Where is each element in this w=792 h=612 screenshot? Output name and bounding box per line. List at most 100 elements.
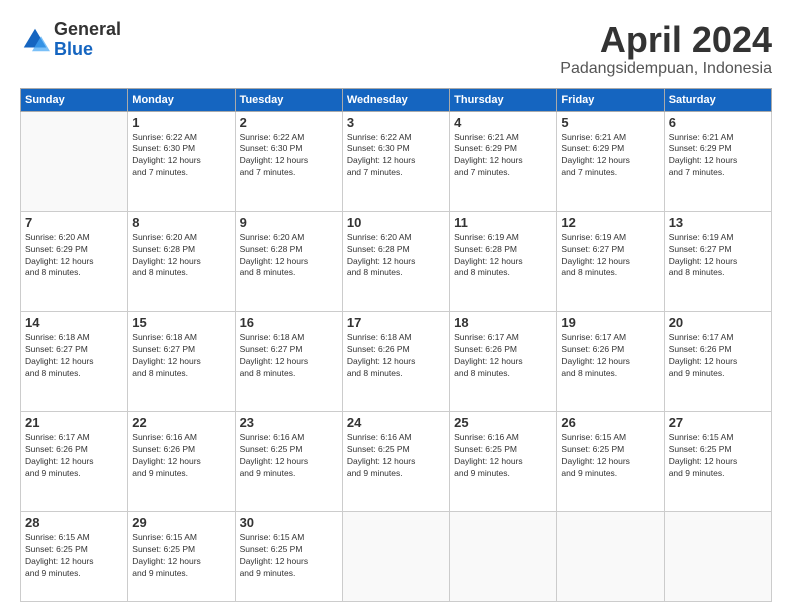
- table-row: 24 Sunrise: 6:16 AMSunset: 6:25 PMDayligh…: [342, 412, 449, 512]
- day-number: 27: [669, 415, 767, 430]
- table-row: 14Sunrise: 6:18 AMSunset: 6:27 PMDayligh…: [21, 311, 128, 411]
- day-number: 2: [240, 115, 338, 130]
- day-number: 26: [561, 415, 659, 430]
- table-row: 29 Sunrise: 6:15 AMSunset: 6:25 PMDayligh…: [128, 512, 235, 602]
- day-info: Sunrise: 6:22 AMSunset: 6:30 PMDaylight:…: [347, 132, 445, 180]
- logo-general: General: [54, 20, 121, 40]
- col-monday: Monday: [128, 88, 235, 111]
- table-row: 6 Sunrise: 6:21 AMSunset: 6:29 PMDaylight…: [664, 111, 771, 211]
- day-number: 3: [347, 115, 445, 130]
- day-number: 28: [25, 515, 123, 530]
- day-info: Sunrise: 6:20 AMSunset: 6:28 PMDaylight:…: [240, 232, 338, 280]
- col-saturday: Saturday: [664, 88, 771, 111]
- day-number: 12: [561, 215, 659, 230]
- table-row: 13 Sunrise: 6:19 AMSunset: 6:27 PMDayligh…: [664, 211, 771, 311]
- day-info: Sunrise: 6:20 AMSunset: 6:28 PMDaylight:…: [132, 232, 230, 280]
- day-info: Sunrise: 6:22 AMSunset: 6:30 PMDaylight:…: [240, 132, 338, 180]
- table-row: 20 Sunrise: 6:17 AMSunset: 6:26 PMDayligh…: [664, 311, 771, 411]
- day-number: 7: [25, 215, 123, 230]
- day-info: Sunrise: 6:20 AMSunset: 6:29 PMDaylight:…: [25, 232, 123, 280]
- day-number: 22: [132, 415, 230, 430]
- day-number: 8: [132, 215, 230, 230]
- col-sunday: Sunday: [21, 88, 128, 111]
- table-row: [664, 512, 771, 602]
- day-info: Sunrise: 6:21 AMSunset: 6:29 PMDaylight:…: [454, 132, 552, 180]
- col-thursday: Thursday: [450, 88, 557, 111]
- col-wednesday: Wednesday: [342, 88, 449, 111]
- logo-blue: Blue: [54, 40, 121, 60]
- table-row: [450, 512, 557, 602]
- logo-text: General Blue: [54, 20, 121, 60]
- day-number: 17: [347, 315, 445, 330]
- day-info: Sunrise: 6:16 AMSunset: 6:25 PMDaylight:…: [240, 432, 338, 480]
- day-number: 6: [669, 115, 767, 130]
- day-number: 11: [454, 215, 552, 230]
- logo-icon: [20, 25, 50, 55]
- day-number: 29: [132, 515, 230, 530]
- table-row: 3 Sunrise: 6:22 AMSunset: 6:30 PMDaylight…: [342, 111, 449, 211]
- day-number: 23: [240, 415, 338, 430]
- table-row: 2 Sunrise: 6:22 AMSunset: 6:30 PMDaylight…: [235, 111, 342, 211]
- day-number: 1: [132, 115, 230, 130]
- day-info: Sunrise: 6:17 AMSunset: 6:26 PMDaylight:…: [454, 332, 552, 380]
- table-row: 23 Sunrise: 6:16 AMSunset: 6:25 PMDayligh…: [235, 412, 342, 512]
- table-row: 19 Sunrise: 6:17 AMSunset: 6:26 PMDayligh…: [557, 311, 664, 411]
- table-row: 9 Sunrise: 6:20 AMSunset: 6:28 PMDaylight…: [235, 211, 342, 311]
- page-header: General Blue April 2024 Padangsidempuan,…: [20, 20, 772, 78]
- day-info: Sunrise: 6:15 AMSunset: 6:25 PMDaylight:…: [561, 432, 659, 480]
- day-info: Sunrise: 6:15 AMSunset: 6:25 PMDaylight:…: [240, 532, 338, 580]
- day-info: Sunrise: 6:18 AMSunset: 6:27 PMDaylight:…: [240, 332, 338, 380]
- day-info: Sunrise: 6:20 AMSunset: 6:28 PMDaylight:…: [347, 232, 445, 280]
- table-row: [21, 111, 128, 211]
- calendar-header-row: Sunday Monday Tuesday Wednesday Thursday…: [21, 88, 772, 111]
- table-row: 12 Sunrise: 6:19 AMSunset: 6:27 PMDayligh…: [557, 211, 664, 311]
- table-row: 17Sunrise: 6:18 AMSunset: 6:26 PMDayligh…: [342, 311, 449, 411]
- table-row: 8 Sunrise: 6:20 AMSunset: 6:28 PMDaylight…: [128, 211, 235, 311]
- table-row: 16 Sunrise: 6:18 AMSunset: 6:27 PMDayligh…: [235, 311, 342, 411]
- day-info: Sunrise: 6:19 AMSunset: 6:27 PMDaylight:…: [669, 232, 767, 280]
- day-info: Sunrise: 6:22 AMSunset: 6:30 PMDaylight:…: [132, 132, 230, 180]
- day-number: 13: [669, 215, 767, 230]
- day-number: 9: [240, 215, 338, 230]
- table-row: 30 Sunrise: 6:15 AMSunset: 6:25 PMDayligh…: [235, 512, 342, 602]
- day-info: Sunrise: 6:16 AMSunset: 6:25 PMDaylight:…: [347, 432, 445, 480]
- table-row: 21Sunrise: 6:17 AMSunset: 6:26 PMDayligh…: [21, 412, 128, 512]
- day-info: Sunrise: 6:17 AMSunset: 6:26 PMDaylight:…: [669, 332, 767, 380]
- table-row: 5Sunrise: 6:21 AMSunset: 6:29 PMDaylight…: [557, 111, 664, 211]
- col-friday: Friday: [557, 88, 664, 111]
- day-number: 30: [240, 515, 338, 530]
- day-info: Sunrise: 6:15 AMSunset: 6:25 PMDaylight:…: [132, 532, 230, 580]
- day-number: 16: [240, 315, 338, 330]
- day-number: 20: [669, 315, 767, 330]
- table-row: 26 Sunrise: 6:15 AMSunset: 6:25 PMDayligh…: [557, 412, 664, 512]
- table-row: 1 Sunrise: 6:22 AMSunset: 6:30 PMDaylight…: [128, 111, 235, 211]
- col-tuesday: Tuesday: [235, 88, 342, 111]
- day-info: Sunrise: 6:21 AMSunset: 6:29 PMDaylight:…: [561, 132, 659, 180]
- day-info: Sunrise: 6:18 AMSunset: 6:27 PMDaylight:…: [25, 332, 123, 380]
- day-number: 10: [347, 215, 445, 230]
- table-row: 15Sunrise: 6:18 AMSunset: 6:27 PMDayligh…: [128, 311, 235, 411]
- day-number: 19: [561, 315, 659, 330]
- table-row: [342, 512, 449, 602]
- day-info: Sunrise: 6:16 AMSunset: 6:25 PMDaylight:…: [454, 432, 552, 480]
- day-info: Sunrise: 6:21 AMSunset: 6:29 PMDaylight:…: [669, 132, 767, 180]
- table-row: [557, 512, 664, 602]
- day-number: 18: [454, 315, 552, 330]
- day-info: Sunrise: 6:15 AMSunset: 6:25 PMDaylight:…: [25, 532, 123, 580]
- logo: General Blue: [20, 20, 121, 60]
- day-info: Sunrise: 6:17 AMSunset: 6:26 PMDaylight:…: [561, 332, 659, 380]
- table-row: 10 Sunrise: 6:20 AMSunset: 6:28 PMDayligh…: [342, 211, 449, 311]
- day-info: Sunrise: 6:16 AMSunset: 6:26 PMDaylight:…: [132, 432, 230, 480]
- month-title: April 2024: [560, 20, 772, 60]
- day-info: Sunrise: 6:19 AMSunset: 6:28 PMDaylight:…: [454, 232, 552, 280]
- day-info: Sunrise: 6:17 AMSunset: 6:26 PMDaylight:…: [25, 432, 123, 480]
- table-row: 7 Sunrise: 6:20 AMSunset: 6:29 PMDaylight…: [21, 211, 128, 311]
- table-row: 28 Sunrise: 6:15 AMSunset: 6:25 PMDayligh…: [21, 512, 128, 602]
- calendar-table: Sunday Monday Tuesday Wednesday Thursday…: [20, 88, 772, 602]
- day-number: 24: [347, 415, 445, 430]
- day-info: Sunrise: 6:19 AMSunset: 6:27 PMDaylight:…: [561, 232, 659, 280]
- title-block: April 2024 Padangsidempuan, Indonesia: [560, 20, 772, 78]
- day-info: Sunrise: 6:15 AMSunset: 6:25 PMDaylight:…: [669, 432, 767, 480]
- location: Padangsidempuan, Indonesia: [560, 60, 772, 78]
- table-row: 27 Sunrise: 6:15 AMSunset: 6:25 PMDayligh…: [664, 412, 771, 512]
